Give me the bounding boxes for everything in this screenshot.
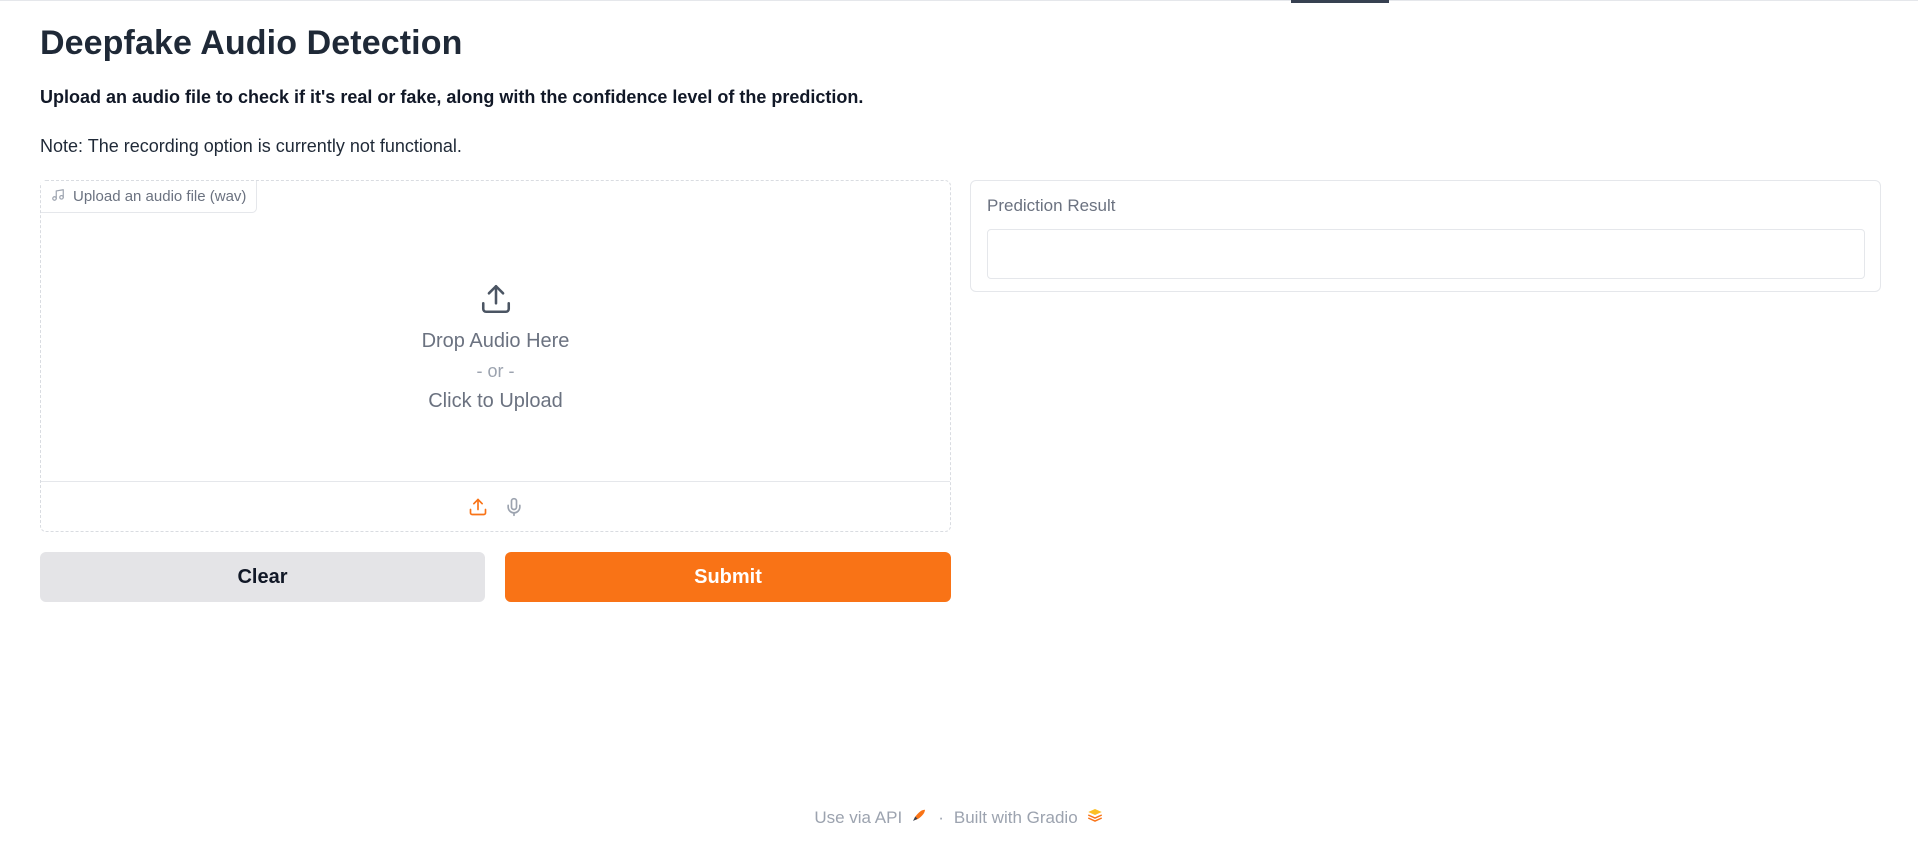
footer-separator: · <box>938 807 944 827</box>
rocket-icon <box>910 806 928 829</box>
footer: Use via API · Built with Gradio <box>0 806 1918 829</box>
microphone-icon <box>506 497 521 516</box>
drop-audio-text: Drop Audio Here <box>421 330 570 352</box>
use-via-api-link[interactable]: Use via API <box>814 806 928 829</box>
audio-source-toolbar <box>41 481 950 531</box>
top-border <box>0 0 1918 1</box>
audio-drop-zone[interactable]: Drop Audio Here - or - Click to Upload <box>41 213 950 481</box>
microphone-source-button[interactable] <box>503 496 525 518</box>
click-to-upload-text: Click to Upload <box>428 390 563 412</box>
use-via-api-text: Use via API <box>814 807 903 827</box>
audio-upload-panel: Upload an audio file (wav) Drop Audio He… <box>40 180 951 532</box>
music-note-icon <box>51 188 65 206</box>
clear-button[interactable]: Clear <box>40 552 485 602</box>
submit-button[interactable]: Submit <box>505 552 951 602</box>
prediction-result-output[interactable] <box>987 229 1865 279</box>
prediction-result-panel: Prediction Result <box>970 180 1881 292</box>
gradio-logo-icon <box>1086 806 1104 829</box>
audio-upload-label-text: Upload an audio file (wav) <box>73 188 247 205</box>
upload-icon <box>469 498 486 515</box>
upload-source-button[interactable] <box>467 496 489 518</box>
audio-upload-label: Upload an audio file (wav) <box>41 181 258 213</box>
built-with-gradio-text: Built with Gradio <box>953 807 1078 827</box>
page-note: Note: The recording option is currently … <box>40 136 462 156</box>
page-subtitle: Upload an audio file to check if it's re… <box>40 87 864 107</box>
page-title: Deepfake Audio Detection <box>40 24 463 62</box>
prediction-result-label: Prediction Result <box>987 196 1116 215</box>
upload-icon <box>479 282 513 316</box>
top-tab-indicator <box>1291 0 1389 3</box>
built-with-gradio-link[interactable]: Built with Gradio <box>954 806 1104 829</box>
or-separator-text: - or - <box>476 361 515 381</box>
